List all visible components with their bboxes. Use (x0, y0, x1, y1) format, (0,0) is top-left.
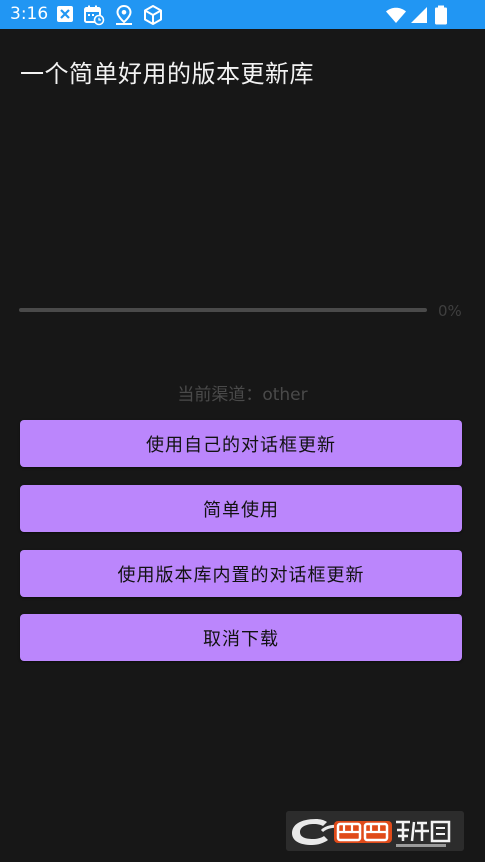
status-bar: 3:16 (0, 0, 485, 29)
cube-icon (144, 5, 162, 25)
cancel-download-button[interactable]: 取消下载 (20, 614, 462, 661)
status-time: 3:16 (10, 4, 49, 24)
signal-icon (411, 7, 427, 23)
battery-icon (435, 5, 447, 25)
progress-percent-label: 0% (438, 302, 462, 320)
builtin-dialog-update-button[interactable]: 使用版本库内置的对话框更新 (20, 550, 462, 597)
wifi-icon (386, 7, 406, 23)
watermark-graphic (286, 811, 464, 851)
location-pin-icon (116, 4, 132, 25)
page-title: 一个简单好用的版本更新库 (20, 60, 314, 88)
close-box-icon (57, 6, 73, 22)
calendar-icon (84, 5, 105, 26)
current-channel-label: 当前渠道：other (177, 385, 308, 405)
custom-dialog-update-button[interactable]: 使用自己的对话框更新 (20, 420, 462, 467)
download-progress-bar (19, 308, 427, 312)
simple-use-button[interactable]: 简单使用 (20, 485, 462, 532)
watermark-logo (286, 811, 464, 851)
